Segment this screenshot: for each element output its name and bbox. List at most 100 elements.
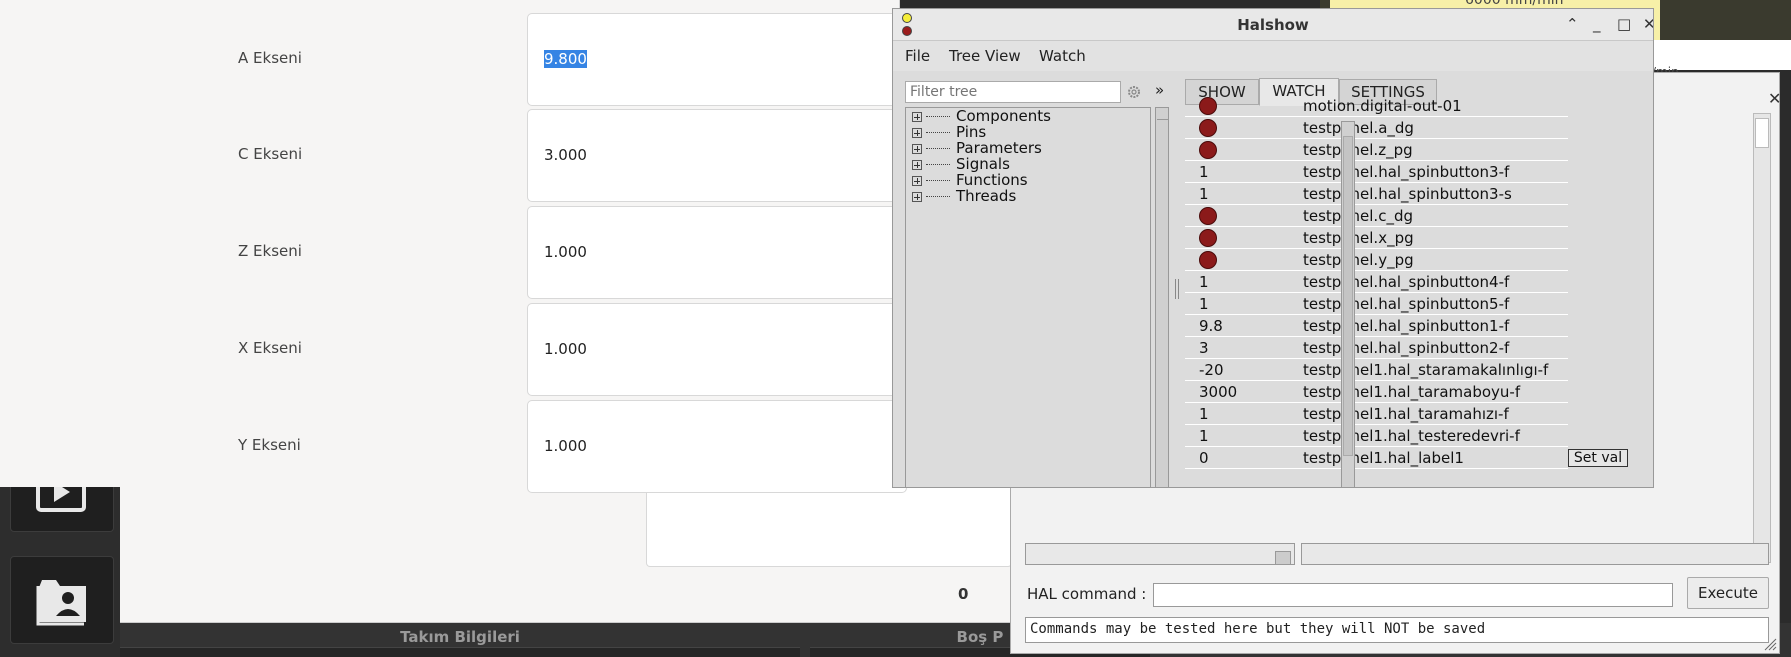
led-indicator-icon bbox=[1199, 141, 1217, 159]
tree-item-components[interactable]: Components bbox=[912, 108, 1051, 124]
watch-value: -20 bbox=[1199, 361, 1224, 379]
expand-plus-icon[interactable] bbox=[912, 191, 922, 202]
watch-value: 1 bbox=[1199, 405, 1209, 423]
tree-connector bbox=[926, 180, 950, 181]
tree-connector bbox=[926, 132, 950, 133]
watch-pin-name: testpanel1.hal_testeredevri-f bbox=[1303, 427, 1520, 445]
axis-a-input[interactable]: 9.800 bbox=[527, 13, 907, 106]
expand-plus-icon[interactable] bbox=[912, 143, 922, 154]
tree-item-threads[interactable]: Threads bbox=[912, 188, 1016, 204]
axis-label: A Ekseni bbox=[238, 49, 302, 67]
watch-value: 1 bbox=[1199, 185, 1209, 203]
watch-pin-name: testpanel.hal_spinbutton5-f bbox=[1303, 295, 1510, 313]
led-indicator-icon bbox=[1199, 119, 1217, 137]
watch-pin-name: testpanel.y_pg bbox=[1303, 251, 1414, 269]
expand-plus-icon[interactable] bbox=[912, 159, 922, 170]
expand-plus-icon[interactable] bbox=[912, 111, 922, 122]
watch-row: testpanel.y_pg bbox=[1185, 249, 1568, 271]
watch-row: -20 testpanel1.hal_staramakalınlıgı-f bbox=[1185, 359, 1568, 381]
axis-c-input[interactable]: 3.000 bbox=[527, 109, 907, 202]
tree-scrollbar[interactable] bbox=[1155, 107, 1169, 487]
menu-watch[interactable]: Watch bbox=[1039, 47, 1086, 65]
tree-pane: Components Pins Parameters Signals Funct… bbox=[905, 107, 1151, 487]
axis-label: Z Ekseni bbox=[238, 242, 302, 260]
watch-value: 9.8 bbox=[1199, 317, 1223, 335]
scrollbar-thumb[interactable] bbox=[1343, 136, 1353, 456]
watch-pin-name: testpanel1.hal_label1 bbox=[1303, 449, 1464, 467]
watch-row: 1 testpanel1.hal_taramahızı-f bbox=[1185, 403, 1568, 425]
watch-pin-name: testpanel.z_pg bbox=[1303, 141, 1413, 159]
watch-scrollbar[interactable] bbox=[1341, 121, 1355, 487]
hal-command-input[interactable] bbox=[1153, 583, 1673, 607]
tab-takim-bilgileri[interactable]: Takım Bilgileri bbox=[120, 623, 800, 657]
tree-item-signals[interactable]: Signals bbox=[912, 156, 1010, 172]
axis-row-y: Y Ekseni 1.000 bbox=[0, 397, 907, 493]
pane-sash[interactable] bbox=[1175, 279, 1179, 299]
tree-connector bbox=[926, 164, 950, 165]
close-icon[interactable]: ✕ bbox=[1768, 89, 1781, 108]
axis-z-input[interactable]: 1.000 bbox=[527, 206, 907, 299]
watch-row: 1 testpanel.hal_spinbutton5-f bbox=[1185, 293, 1568, 315]
menu-tree-view[interactable]: Tree View bbox=[949, 47, 1021, 65]
tab-label: Boş P bbox=[956, 628, 1004, 646]
watch-pin-name: testpanel.x_pg bbox=[1303, 229, 1414, 247]
watch-row: 3000 testpanel1.hal_taramaboyu-f bbox=[1185, 381, 1568, 403]
led-indicator-icon bbox=[1199, 229, 1217, 247]
menu-file[interactable]: File bbox=[905, 47, 930, 65]
axis-row-z: Z Ekseni 1.000 bbox=[0, 203, 907, 299]
axis-label: Y Ekseni bbox=[238, 436, 301, 454]
filter-tree-input[interactable] bbox=[905, 81, 1121, 103]
expand-icon[interactable]: » bbox=[1155, 81, 1164, 99]
axis-x-input[interactable]: 1.000 bbox=[527, 303, 907, 396]
command-output: Commands may be tested here but they wil… bbox=[1025, 617, 1769, 643]
title-bar[interactable]: Halshow ⌃ _ □ ✕ bbox=[893, 9, 1653, 41]
close-icon[interactable]: ✕ bbox=[1643, 15, 1653, 33]
axis-label: C Ekseni bbox=[238, 145, 303, 163]
resize-grip-icon[interactable] bbox=[1763, 637, 1777, 651]
axis-panel: A Ekseni 9.800 C Ekseni 3.000 Z Ekseni 1… bbox=[0, 0, 907, 493]
watch-row: 1 testpanel.hal_spinbutton3-f bbox=[1185, 161, 1568, 183]
expand-plus-icon[interactable] bbox=[912, 127, 922, 138]
watch-value: 1 bbox=[1199, 273, 1209, 291]
tree-item-pins[interactable]: Pins bbox=[912, 124, 986, 140]
execute-button[interactable]: Execute bbox=[1687, 577, 1769, 609]
watch-pin-name: testpanel.hal_spinbutton1-f bbox=[1303, 317, 1510, 335]
zero-value: 0 bbox=[958, 585, 969, 603]
window-title: Halshow bbox=[1237, 16, 1309, 34]
tree-item-functions[interactable]: Functions bbox=[912, 172, 1028, 188]
gear-icon[interactable] bbox=[1125, 83, 1143, 101]
axis-y-input[interactable]: 1.000 bbox=[527, 400, 907, 493]
scrollbar[interactable] bbox=[1753, 113, 1771, 563]
hal-command-label: HAL command : bbox=[1027, 585, 1147, 603]
tab-underbar bbox=[120, 647, 800, 657]
minimize-icon[interactable]: _ bbox=[1593, 15, 1601, 33]
watch-row: testpanel.x_pg bbox=[1185, 227, 1568, 249]
axis-row-x: X Ekseni 1.000 bbox=[0, 300, 907, 396]
scrollbar-thumb[interactable] bbox=[1755, 118, 1769, 148]
menu-bar: File Tree View Watch bbox=[893, 41, 1653, 71]
halshow-window: Halshow ⌃ _ □ ✕ File Tree View Watch » S… bbox=[892, 8, 1654, 488]
set-val-button[interactable]: Set val bbox=[1568, 449, 1628, 467]
axis-row-a: A Ekseni 9.800 bbox=[0, 10, 907, 106]
watch-pin-name: testpanel.hal_spinbutton4-f bbox=[1303, 273, 1510, 291]
tree-pane-bottom bbox=[1025, 543, 1295, 565]
watch-row: motion.digital-out-01 bbox=[1185, 95, 1568, 117]
watch-value: 1 bbox=[1199, 295, 1209, 313]
watch-pin-name: testpanel1.hal_taramahızı-f bbox=[1303, 405, 1509, 423]
axis-value: 3.000 bbox=[544, 146, 587, 164]
watch-pin-name: testpanel1.hal_taramaboyu-f bbox=[1303, 383, 1521, 401]
background-strip: /min bbox=[1650, 40, 1791, 79]
watch-row: 1 testpanel1.hal_testeredevri-f bbox=[1185, 425, 1568, 447]
expand-plus-icon[interactable] bbox=[912, 175, 922, 186]
axis-value: 9.800 bbox=[544, 50, 587, 68]
person-folder-icon[interactable] bbox=[10, 556, 114, 644]
led-indicator-icon bbox=[1199, 251, 1217, 269]
maximize-icon[interactable]: □ bbox=[1617, 15, 1631, 33]
scroll-arrow[interactable] bbox=[1275, 551, 1291, 565]
tree-item-parameters[interactable]: Parameters bbox=[912, 140, 1042, 156]
shade-icon[interactable]: ⌃ bbox=[1566, 15, 1579, 33]
axis-value: 1.000 bbox=[544, 243, 587, 261]
scroll-up-icon[interactable] bbox=[1157, 108, 1168, 120]
watch-pin-name: testpanel1.hal_staramakalınlıgı-f bbox=[1303, 361, 1549, 379]
watch-row: testpanel.a_dg bbox=[1185, 117, 1568, 139]
